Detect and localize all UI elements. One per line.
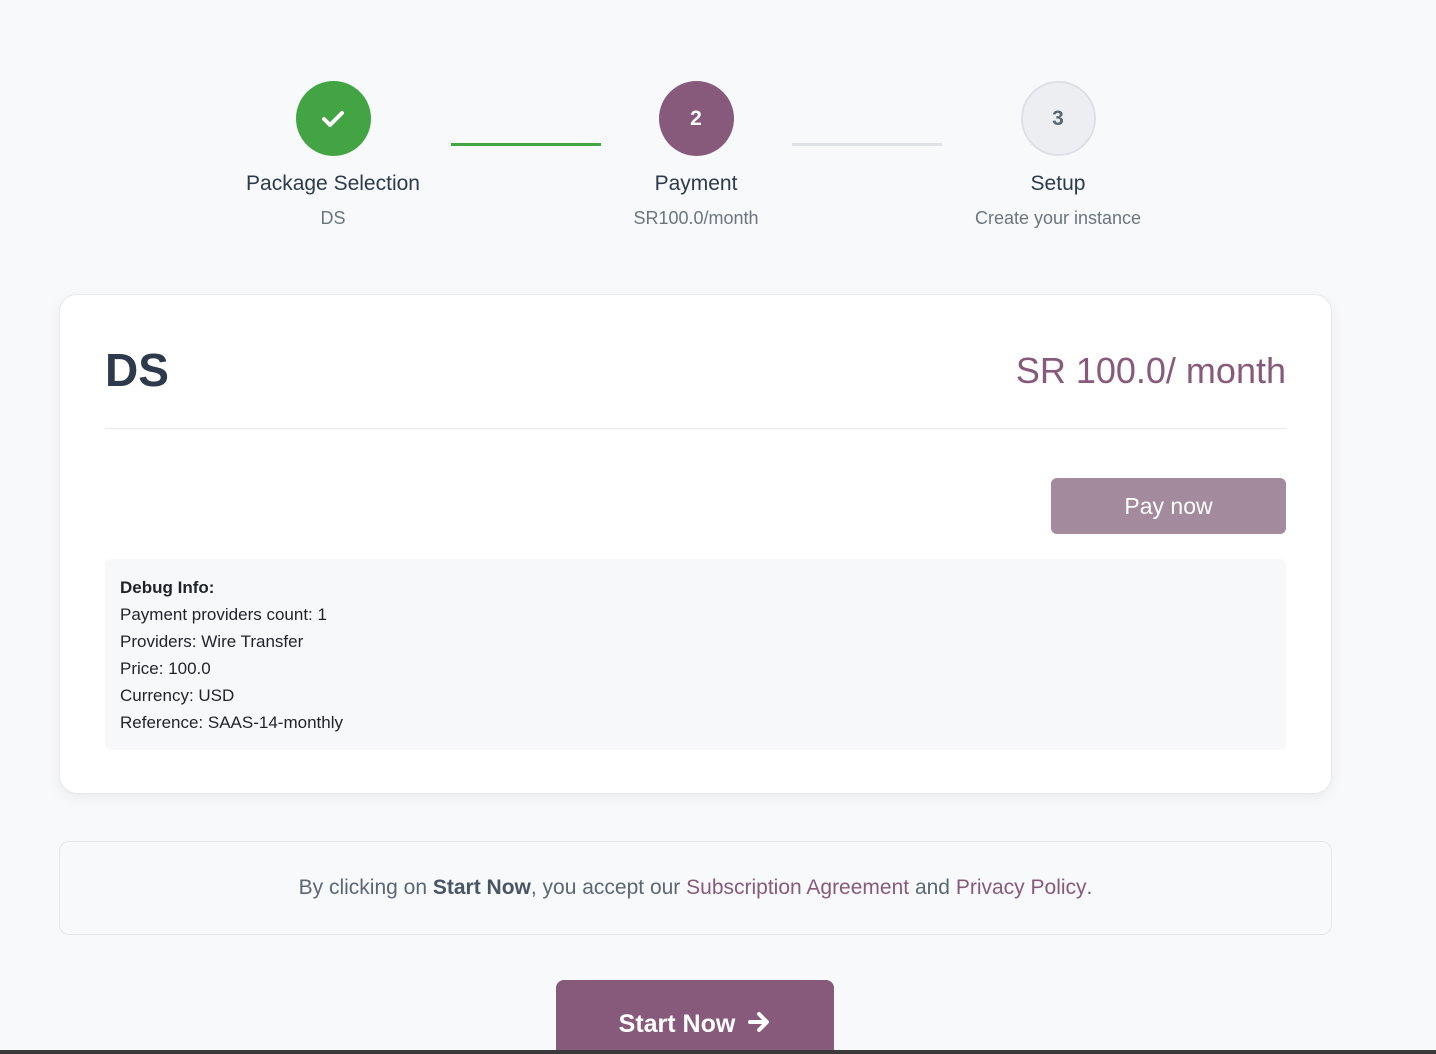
step-subtitle: DS [320,208,346,228]
step-number-badge: 2 [658,81,734,156]
debug-line: Payment providers count: 1 [120,605,327,624]
window-bottom-edge [0,1050,1436,1054]
terms-notice: By clicking on Start Now, you accept our… [59,841,1332,935]
progress-stepper: Package Selection DS 2 Payment SR100.0/m… [0,0,1436,260]
terms-cta-name: Start Now [432,876,531,899]
step-title: Payment [654,172,738,195]
plan-name: DS [105,344,169,396]
terms-middle: , you accept our [530,876,687,899]
terms-prefix: By clicking on [298,876,433,899]
plan-header: DS SR 100.0/ month [105,341,1286,429]
debug-line: Reference: SAAS-14-monthly [120,713,343,732]
privacy-policy-link[interactable]: Privacy Policy [956,876,1087,899]
step-setup[interactable]: 3 Setup Create your instance [908,81,1208,229]
step-subtitle: SR100.0/month [633,208,759,228]
step-subtitle: Create your instance [974,208,1142,228]
step-title: Package Selection [246,172,420,195]
terms-suffix: . [1086,876,1093,899]
step-package-selection[interactable]: Package Selection DS [183,81,483,229]
debug-line: Currency: USD [120,686,235,705]
terms-and: and [909,876,956,899]
arrow-right-icon [747,1010,771,1034]
debug-line: Providers: Wire Transfer [120,632,304,651]
start-now-label: Start Now [618,1010,736,1038]
step-title: Setup [1030,172,1086,195]
debug-title: Debug Info: [120,578,215,597]
debug-info-panel: Debug Info: Payment providers count: 1 P… [105,559,1286,750]
check-icon [295,81,371,156]
plan-card: DS SR 100.0/ month Pay now Debug Info: P… [59,294,1332,794]
plan-price: SR 100.0/ month [1015,350,1286,391]
debug-line: Price: 100.0 [120,659,211,678]
pay-now-button[interactable]: Pay now [1051,478,1286,534]
subscription-agreement-link[interactable]: Subscription Agreement [686,876,909,899]
step-number-badge: 3 [1020,81,1096,156]
step-payment[interactable]: 2 Payment SR100.0/month [546,81,846,229]
start-now-button[interactable]: Start Now [556,980,834,1054]
